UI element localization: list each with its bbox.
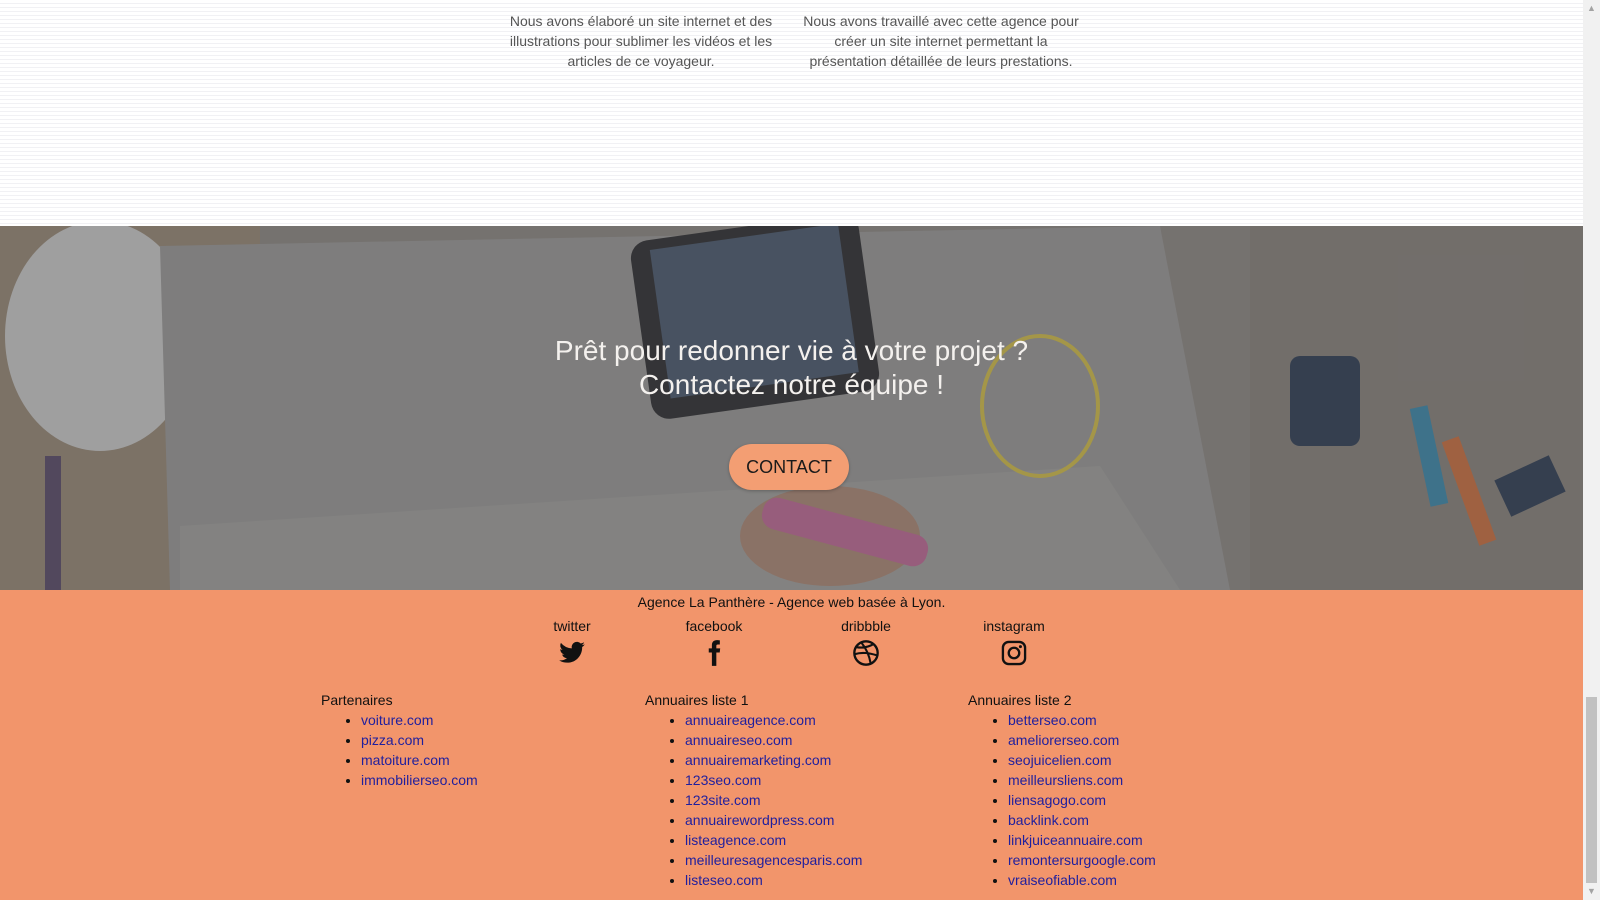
list-item: listeseo.com — [685, 870, 862, 890]
footer-link[interactable]: seojuicelien.com — [1008, 752, 1112, 768]
portfolio-item-description: Nous avons travaillé avec cette agence p… — [803, 13, 1079, 69]
list-item: annuaireseo.com — [685, 730, 862, 750]
footer-column-title: Partenaires — [321, 692, 393, 708]
list-item: betterseo.com — [1008, 710, 1156, 730]
scroll-up-arrow-icon[interactable]: ▲ — [1583, 0, 1600, 17]
footer-link[interactable]: ameliorerseo.com — [1008, 732, 1119, 748]
footer-column-annuaires-1: Annuaires liste 1 annuaireagence.com ann… — [645, 690, 862, 890]
footer: Agence La Panthère - Agence web basée à … — [0, 590, 1583, 900]
footer-column-partenaires: Partenaires voiture.com pizza.com matoit… — [321, 690, 478, 790]
footer-link[interactable]: annuaireagence.com — [685, 712, 816, 728]
list-item: listeagence.com — [685, 830, 862, 850]
desk-background-image — [0, 226, 1583, 590]
list-item: linkjuiceannuaire.com — [1008, 830, 1156, 850]
footer-link[interactable]: annuairemarketing.com — [685, 752, 831, 768]
footer-agency-text: Agence La Panthère - Agence web basée à … — [637, 594, 946, 610]
portfolio-item-description: Nous avons élaboré un site internet et d… — [509, 13, 773, 69]
list-item: voiture.com — [361, 710, 478, 730]
list-item: 123seo.com — [685, 770, 862, 790]
footer-column-title: Annuaires liste 2 — [968, 692, 1072, 708]
footer-link[interactable]: linkjuiceannuaire.com — [1008, 832, 1143, 848]
list-item: meilleursliens.com — [1008, 770, 1156, 790]
footer-link[interactable]: annuaireseo.com — [685, 732, 792, 748]
footer-link-list: voiture.com pizza.com matoiture.com immo… — [321, 710, 478, 790]
cta-title-line: Contactez notre équipe ! — [638, 369, 945, 400]
footer-link[interactable]: 123seo.com — [685, 772, 761, 788]
cta-banner: Prêt pour redonner vie à votre projet ? … — [0, 226, 1583, 590]
contact-button[interactable]: CONTACT — [729, 444, 849, 490]
dribbble-icon — [853, 640, 879, 666]
list-item: immobilierseo.com — [361, 770, 478, 790]
footer-link[interactable]: 123site.com — [685, 792, 760, 808]
list-item: liensagogo.com — [1008, 790, 1156, 810]
footer-link[interactable]: meilleuresagencesparis.com — [685, 852, 862, 868]
list-item: annuaireagence.com — [685, 710, 862, 730]
scroll-down-arrow-icon[interactable]: ▼ — [1583, 883, 1600, 900]
footer-link[interactable]: listeseo.com — [685, 872, 763, 888]
footer-link[interactable]: pizza.com — [361, 732, 424, 748]
instagram-icon — [1001, 640, 1027, 666]
footer-link[interactable]: vraiseofiable.com — [1008, 872, 1117, 888]
footer-link[interactable]: remontersurgoogle.com — [1008, 852, 1156, 868]
list-item: meilleuresagencesparis.com — [685, 850, 862, 870]
portfolio-section: Nous avons élaboré un site internet et d… — [0, 0, 1583, 226]
list-item: annuairewordpress.com — [685, 810, 862, 830]
facebook-icon — [708, 640, 721, 666]
dribbble-link[interactable]: dribbble — [806, 617, 926, 667]
list-item: vraiseofiable.com — [1008, 870, 1156, 890]
list-item: 123site.com — [685, 790, 862, 810]
footer-link[interactable]: listeagence.com — [685, 832, 786, 848]
list-item: pizza.com — [361, 730, 478, 750]
scrollbar-thumb[interactable] — [1586, 697, 1597, 883]
footer-column-title: Annuaires liste 1 — [645, 692, 749, 708]
page: Nous avons élaboré un site internet et d… — [0, 0, 1583, 900]
social-label: dribbble — [841, 618, 891, 634]
footer-link-list: betterseo.com ameliorerseo.com seojuicel… — [968, 710, 1156, 890]
instagram-link[interactable]: instagram — [954, 617, 1074, 667]
list-item: matoiture.com — [361, 750, 478, 770]
footer-link[interactable]: backlink.com — [1008, 812, 1089, 828]
facebook-link[interactable]: facebook — [654, 617, 774, 667]
footer-link[interactable]: liensagogo.com — [1008, 792, 1106, 808]
footer-link[interactable]: annuairewordpress.com — [685, 812, 834, 828]
cta-title: Prêt pour redonner vie à votre projet ? … — [0, 334, 1583, 402]
list-item: backlink.com — [1008, 810, 1156, 830]
footer-link[interactable]: voiture.com — [361, 712, 433, 728]
footer-link[interactable]: immobilierseo.com — [361, 772, 478, 788]
footer-link-list: annuaireagence.com annuaireseo.com annua… — [645, 710, 862, 890]
footer-column-annuaires-2: Annuaires liste 2 betterseo.com ameliore… — [968, 690, 1156, 890]
list-item: seojuicelien.com — [1008, 750, 1156, 770]
social-label: twitter — [553, 618, 591, 634]
list-item: ameliorerseo.com — [1008, 730, 1156, 750]
list-item: annuairemarketing.com — [685, 750, 862, 770]
footer-link[interactable]: meilleursliens.com — [1008, 772, 1123, 788]
twitter-icon — [559, 641, 585, 663]
footer-link[interactable]: betterseo.com — [1008, 712, 1097, 728]
list-item: remontersurgoogle.com — [1008, 850, 1156, 870]
social-label: facebook — [685, 618, 743, 634]
social-label: instagram — [983, 618, 1045, 634]
cta-title-line: Prêt pour redonner vie à votre projet ? — [554, 335, 1029, 366]
vertical-scrollbar[interactable]: ▲ ▼ — [1583, 0, 1600, 900]
twitter-link[interactable]: twitter — [512, 617, 632, 667]
footer-link[interactable]: matoiture.com — [361, 752, 450, 768]
